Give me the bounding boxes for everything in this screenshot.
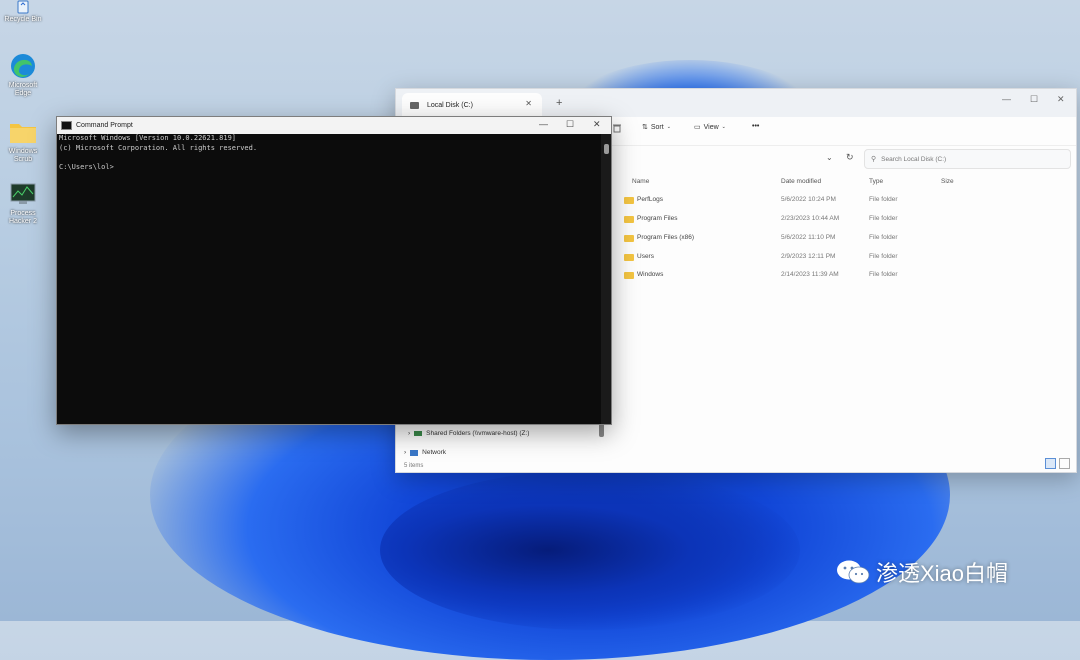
table-row[interactable]: Program Files (x86) 5/6/2022 11:10 PM Fi… bbox=[624, 230, 1064, 248]
refresh-icon[interactable]: ↻ bbox=[846, 152, 854, 163]
details-view-icon[interactable] bbox=[1045, 458, 1056, 469]
sort-button[interactable]: ⇅ Sort ⌄ bbox=[642, 123, 671, 132]
minimize-button[interactable]: — bbox=[539, 119, 548, 129]
search-icon: ⚲ bbox=[871, 156, 877, 163]
table-row[interactable]: Users 2/9/2023 12:11 PM File folder bbox=[624, 249, 1064, 267]
row-name: Users bbox=[637, 253, 654, 260]
watermark-text: 渗透Xiao白帽 bbox=[876, 561, 1009, 586]
maximize-button[interactable]: ☐ bbox=[1030, 94, 1038, 105]
status-item-count: 5 items bbox=[404, 463, 424, 469]
nav-item-network[interactable]: › Network bbox=[404, 449, 446, 456]
console-line: (c) Microsoft Corporation. All rights re… bbox=[59, 143, 258, 152]
column-header-type[interactable]: Type bbox=[869, 178, 883, 185]
folder-icon bbox=[624, 272, 634, 279]
row-name: Program Files bbox=[637, 215, 678, 222]
network-drive-icon bbox=[414, 431, 423, 436]
desktop-icon-label: Process Hacker 2 bbox=[8, 210, 37, 225]
view-icon: ▭ bbox=[694, 124, 701, 131]
close-button[interactable]: ✕ bbox=[593, 119, 601, 130]
column-header-date[interactable]: Date modified bbox=[781, 178, 821, 185]
folder-icon bbox=[624, 254, 634, 261]
search-placeholder: Search Local Disk (C:) bbox=[881, 155, 947, 163]
cmd-scrollbar[interactable] bbox=[601, 134, 611, 424]
desktop-icon-recycle-bin[interactable]: Recycle Bin bbox=[4, 0, 42, 24]
console-prompt: C:\Users\lol> bbox=[59, 162, 114, 171]
row-date: 5/6/2022 11:10 PM bbox=[781, 234, 836, 241]
delete-icon[interactable] bbox=[612, 123, 622, 133]
close-button[interactable]: ✕ bbox=[1057, 94, 1065, 105]
process-hacker-icon bbox=[9, 180, 37, 208]
desktop-icon-folder[interactable]: Windows Scrub bbox=[4, 118, 42, 164]
wallpaper-swirl bbox=[380, 470, 800, 630]
nav-scrollbar-thumb[interactable] bbox=[599, 423, 604, 437]
row-type: File folder bbox=[869, 253, 898, 260]
desktop-icon-process-hacker[interactable]: Process Hacker 2 bbox=[4, 180, 42, 226]
close-tab-icon[interactable]: ✕ bbox=[525, 99, 532, 108]
cmd-title: Command Prompt bbox=[76, 122, 133, 129]
column-header-name[interactable]: Name bbox=[632, 178, 649, 185]
row-type: File folder bbox=[869, 215, 898, 222]
row-type: File folder bbox=[869, 271, 898, 278]
table-row[interactable]: Program Files 2/23/2023 10:44 AM File fo… bbox=[624, 211, 1064, 229]
row-date: 2/14/2023 11:39 AM bbox=[781, 271, 839, 278]
sort-label: Sort bbox=[650, 123, 664, 131]
row-name: Windows bbox=[637, 271, 664, 278]
desktop-icon-label: Microsoft Edge bbox=[8, 82, 38, 97]
watermark: 渗透Xiao白帽 bbox=[836, 556, 1008, 588]
wechat-icon bbox=[836, 559, 870, 585]
tab-local-disk[interactable]: Local Disk (C:) ✕ bbox=[402, 93, 542, 117]
edge-icon bbox=[9, 52, 37, 80]
chevron-down-icon: ⌄ bbox=[666, 124, 671, 130]
search-input[interactable]: ⚲ Search Local Disk (C:) bbox=[864, 149, 1071, 169]
console-output[interactable]: Microsoft Windows [Version 10.0.22621.81… bbox=[59, 134, 599, 422]
chevron-right-icon: › bbox=[408, 430, 411, 437]
command-prompt-window: Command Prompt — ☐ ✕ Microsoft Windows [… bbox=[56, 116, 612, 425]
chevron-down-icon: ⌄ bbox=[721, 124, 726, 130]
table-row[interactable]: Windows 2/14/2023 11:39 AM File folder bbox=[624, 267, 1064, 285]
desktop-icon-edge[interactable]: Microsoft Edge bbox=[4, 52, 42, 98]
tab-title: Local Disk (C:) bbox=[427, 101, 473, 109]
row-type: File folder bbox=[869, 196, 898, 203]
nav-item-shared-folders[interactable]: › Shared Folders (\\vmware-host) (Z:) bbox=[408, 430, 529, 437]
nav-item-label: Network bbox=[422, 449, 447, 456]
desktop-icon-label: Recycle Bin bbox=[4, 16, 42, 23]
row-name: Program Files (x86) bbox=[637, 234, 695, 241]
table-row[interactable]: PerfLogs 5/6/2022 10:24 PM File folder bbox=[624, 192, 1064, 210]
tiles-view-icon[interactable] bbox=[1059, 458, 1070, 469]
row-name: PerfLogs bbox=[637, 196, 664, 203]
folder-icon bbox=[624, 197, 634, 204]
console-line: Microsoft Windows [Version 10.0.22621.81… bbox=[59, 134, 237, 142]
terminal-icon bbox=[61, 121, 72, 130]
row-date: 2/23/2023 10:44 AM bbox=[781, 215, 840, 222]
recycle-bin-icon bbox=[14, 0, 32, 14]
nav-item-label: Shared Folders (\\vmware-host) (Z:) bbox=[426, 430, 530, 437]
maximize-button[interactable]: ☐ bbox=[566, 119, 574, 130]
view-label: View bbox=[703, 123, 719, 131]
minimize-button[interactable]: — bbox=[1002, 94, 1011, 104]
explorer-titlebar: Local Disk (C:) ✕ + — ☐ ✕ bbox=[396, 89, 1076, 117]
address-dropdown-icon[interactable]: ⌄ bbox=[826, 153, 833, 162]
sort-icon: ⇅ bbox=[642, 124, 648, 131]
more-options-button[interactable]: ••• bbox=[752, 123, 759, 130]
folder-icon bbox=[624, 216, 634, 223]
row-date: 5/6/2022 10:24 PM bbox=[781, 196, 836, 203]
network-icon bbox=[410, 449, 419, 456]
row-date: 2/9/2023 12:11 PM bbox=[781, 253, 836, 260]
folder-icon bbox=[624, 235, 634, 242]
column-header-size[interactable]: Size bbox=[941, 178, 954, 185]
new-tab-button[interactable]: + bbox=[556, 97, 562, 109]
desktop-icon-label: Windows Scrub bbox=[8, 148, 38, 163]
row-type: File folder bbox=[869, 234, 898, 241]
chevron-right-icon: › bbox=[404, 449, 407, 456]
cmd-titlebar[interactable]: Command Prompt — ☐ ✕ bbox=[57, 117, 611, 134]
cmd-scrollbar-thumb[interactable] bbox=[604, 144, 609, 154]
drive-icon bbox=[410, 101, 419, 109]
view-button[interactable]: ▭ View ⌄ bbox=[694, 123, 726, 132]
folder-icon bbox=[9, 118, 37, 146]
